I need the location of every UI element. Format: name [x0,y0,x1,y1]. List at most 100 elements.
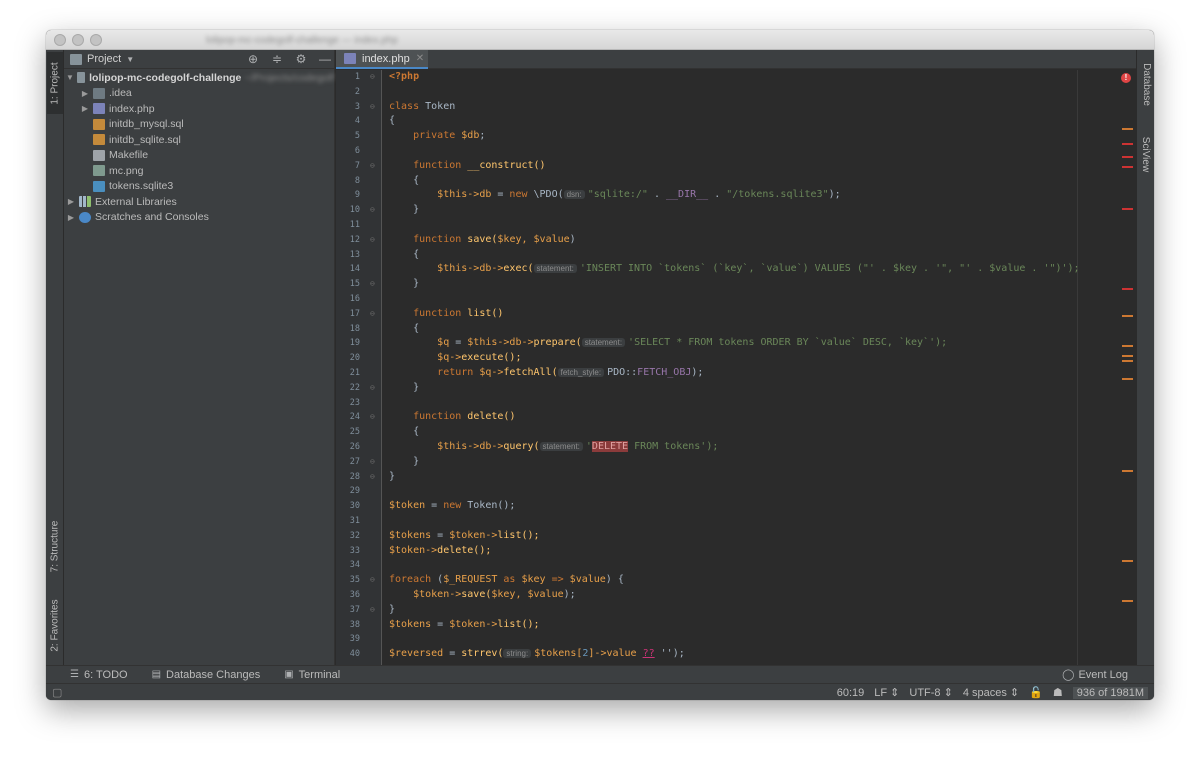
code-line[interactable]: 4{ [355,114,1154,129]
code-line[interactable]: 25 { [350,425,1154,440]
code-line[interactable]: 6 [355,144,1154,159]
code-line[interactable]: 3 ⊖ class Token [355,100,1154,115]
code-line[interactable]: 1 ⊖ <?php [355,70,1154,85]
code-line[interactable]: 16 [350,292,1154,307]
event-log-button[interactable]: ◯ Event Log [1062,668,1128,682]
collapse-all-icon[interactable]: ≑ [270,52,284,66]
chevron-down-icon[interactable]: ▼ [126,55,134,64]
code-editor[interactable]: 1 ⊖ <?php 2 3 ⊖ class Token 4{5 private $db; 6 7 ⊖… [350,70,1122,665]
code-line[interactable]: 26 $this->db->query(statement: 'DELETE FR… [350,440,1154,455]
fold-marker-icon[interactable]: ⊖ [370,159,375,174]
hide-panel-icon[interactable]: — [318,52,332,66]
warning-marker[interactable] [1122,355,1133,357]
fold-marker-icon[interactable]: ⊖ [370,603,375,618]
code-line[interactable]: 18 { [350,322,1154,337]
code-line[interactable]: 35 ⊖ foreach ($_REQUEST as $key => $value)… [350,573,1154,588]
tree-item-mc-png[interactable]: mc.png [64,163,334,179]
fold-marker-icon[interactable]: ⊖ [370,100,375,115]
fold-marker-icon[interactable]: ⊖ [370,470,375,485]
tab-sciview[interactable]: SciView [1138,126,1154,182]
warning-marker[interactable] [1122,560,1133,562]
inspector-icon[interactable]: ☗ [1053,686,1063,699]
warning-marker[interactable] [1122,360,1133,362]
code-line[interactable]: 36 $token->save($key, $value); [350,588,1154,603]
zoom-window-button[interactable] [90,34,102,46]
warning-marker[interactable] [1122,128,1133,130]
code-line[interactable]: 22 ⊖ } [350,381,1154,396]
expand-arrow-icon[interactable]: ▼ [66,73,74,82]
code-line[interactable]: 20 $q->execute(); [350,351,1154,366]
memory-indicator[interactable]: 936 of 1981M [1072,686,1148,699]
code-line[interactable]: 7 ⊖ function __construct() [355,159,1154,174]
tree-item-scratches[interactable]: ▶ Scratches and Consoles [64,210,334,226]
tree-item-tokens-sqlite3[interactable]: tokens.sqlite3 [64,179,334,195]
tree-item-index-php[interactable]: ▶ index.php [64,101,334,117]
code-line[interactable]: 34 [350,558,1154,573]
warning-marker[interactable] [1122,600,1133,602]
toggle-tool-windows-icon[interactable]: ▢ [52,686,62,699]
code-line[interactable]: 32 $tokens = $token->list(); [350,529,1154,544]
code-line[interactable]: 30 $token = new Token(); [350,499,1154,514]
code-line[interactable]: 37 ⊖} [350,603,1154,618]
line-separator[interactable]: LF ⇕ [874,686,899,699]
fold-marker-icon[interactable]: ⊖ [370,410,375,425]
code-line[interactable]: 29 [350,484,1154,499]
warning-marker[interactable] [1122,345,1133,347]
indent-setting[interactable]: 4 spaces ⇕ [963,686,1019,699]
code-line[interactable]: 11 [350,218,1154,233]
tab-todo[interactable]: ☰ 6: TODO [70,669,128,681]
tab-project[interactable]: 1: Project [47,52,63,114]
tab-index-php[interactable]: index.php ✕ [336,50,428,69]
minimize-window-button[interactable] [72,34,84,46]
code-line[interactable]: 19 $q = $this->db->prepare(statement: 'SE… [350,336,1154,351]
code-line[interactable]: 15 ⊖ } [350,277,1154,292]
tree-item-initdb-mysql[interactable]: initdb_mysql.sql [64,117,334,133]
code-line[interactable]: 17 ⊖ function list() [350,307,1154,322]
fold-marker-icon[interactable]: ⊖ [370,277,375,292]
caret-position[interactable]: 60:19 [837,687,865,699]
code-line[interactable]: 23 [350,396,1154,411]
fold-marker-icon[interactable]: ⊖ [370,381,375,396]
code-line[interactable]: 39 [350,632,1154,647]
code-line[interactable]: 33 $token->delete(); [350,544,1154,559]
error-stripe[interactable]: ! [1118,70,1136,665]
collapsed-arrow-icon[interactable]: ▶ [80,89,90,98]
collapsed-arrow-icon[interactable]: ▶ [66,197,76,206]
tree-item-initdb-sqlite[interactable]: initdb_sqlite.sql [64,132,334,148]
tree-item-makefile[interactable]: Makefile [64,148,334,164]
code-line[interactable]: 2 [355,85,1154,100]
locate-icon[interactable]: ⊕ [246,52,260,66]
lock-icon[interactable]: 🔓 [1029,686,1043,699]
code-line[interactable]: 9 $this->db = new \PDO(dsn: "sqlite:/" . … [355,188,1154,203]
error-indicator-icon[interactable]: ! [1121,73,1131,83]
fold-marker-icon[interactable]: ⊖ [370,203,375,218]
code-line[interactable]: 21 return $q->fetchAll(fetch_style: PDO::… [350,366,1154,381]
gear-icon[interactable]: ⚙ [294,52,308,66]
code-line[interactable]: 31 [350,514,1154,529]
error-marker[interactable] [1122,143,1133,145]
code-line[interactable]: 8 { [355,174,1154,189]
code-line[interactable]: 40 $reversed = strrev(string: $tokens[2]->… [350,647,1154,662]
code-line[interactable]: 13 { [350,248,1154,263]
code-line[interactable]: 27 ⊖ } [350,455,1154,470]
code-line[interactable]: 12 ⊖ function save($key, $value) [350,233,1154,248]
tree-item-external-libraries[interactable]: ▶ External Libraries [64,194,334,210]
project-view-selector[interactable]: Project [87,53,121,65]
warning-marker[interactable] [1122,378,1133,380]
error-marker[interactable] [1122,208,1133,210]
code-line[interactable]: 5 private $db; [355,129,1154,144]
close-window-button[interactable] [54,34,66,46]
code-line[interactable]: 38 $tokens = $token->list(); [350,618,1154,633]
fold-marker-icon[interactable]: ⊖ [370,307,375,322]
tab-database[interactable]: Database [1138,54,1154,114]
file-encoding[interactable]: UTF-8 ⇕ [909,686,952,699]
warning-marker[interactable] [1122,470,1133,472]
fold-marker-icon[interactable]: ⊖ [370,455,375,470]
collapsed-arrow-icon[interactable]: ▶ [80,104,90,113]
collapsed-arrow-icon[interactable]: ▶ [66,213,76,222]
error-marker[interactable] [1122,156,1133,158]
tab-structure[interactable]: 7: Structure [47,512,63,580]
fold-marker-icon[interactable]: ⊖ [370,573,375,588]
code-line[interactable]: 10 ⊖ } [350,203,1154,218]
tab-database-changes[interactable]: ▤ Database Changes [152,669,261,681]
